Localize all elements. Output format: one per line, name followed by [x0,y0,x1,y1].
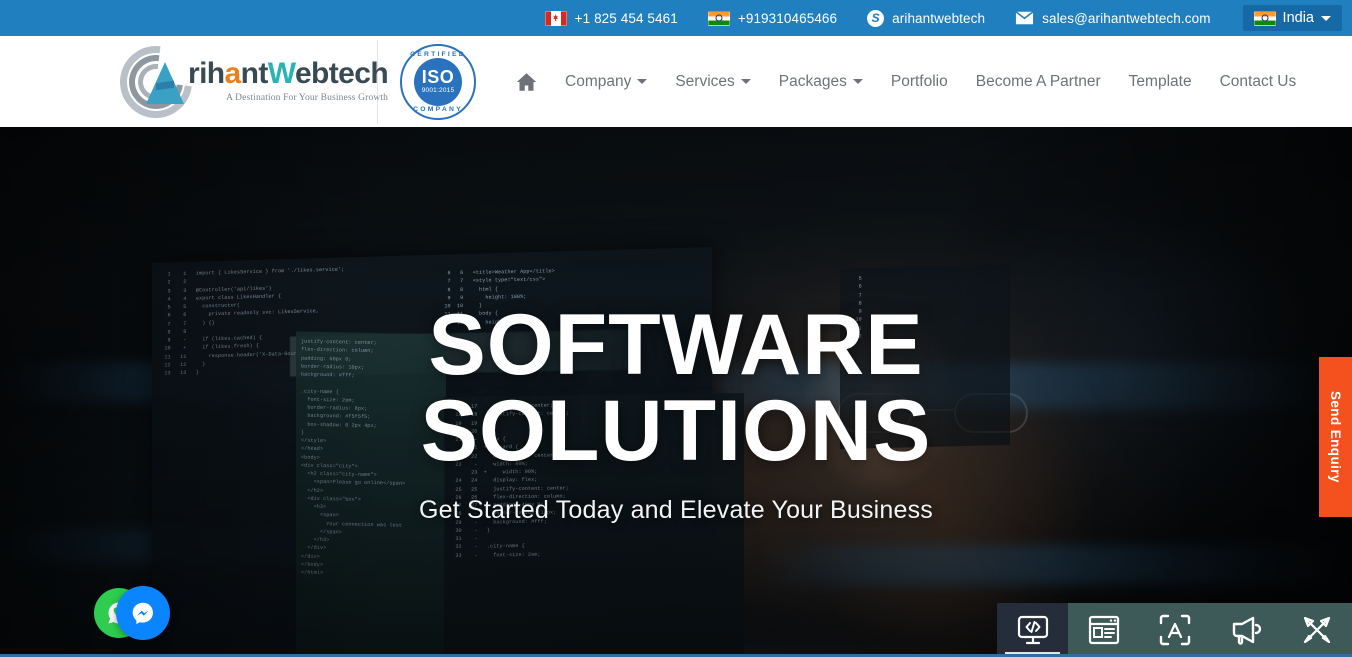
site-header: rihantWebtech A Destination For Your Bus… [0,30,1352,133]
messenger-icon [132,602,153,625]
hero-subtitle: Get Started Today and Elevate Your Busin… [418,495,934,524]
logo-area[interactable]: rihantWebtech A Destination For Your Bus… [0,30,476,133]
nav-item-services[interactable]: Services [661,65,764,99]
nav-label-template: Template [1128,72,1192,90]
nav-label-contact-us: Contact Us [1219,72,1297,90]
chevron-down-icon [740,79,751,84]
top-contact-bar: +1 825 454 5461 +919310465466 S arihantw… [0,0,1352,36]
email-address-text: sales@arihantwebtech.com [1042,10,1211,26]
service-icon-design-services[interactable] [1281,603,1352,657]
chat-widgets [94,586,170,640]
nav-item-company[interactable]: Company [551,65,661,99]
logo-text-block: rihantWebtech A Destination For Your Bus… [188,57,389,104]
nav-item-become-a-partner[interactable]: Become A Partner [962,65,1115,99]
send-enquiry-label: Send Enquiry [1328,391,1343,483]
logo-name: rihantWebtech [188,57,389,91]
skype-icon: S [867,9,885,27]
iso-certified-badge: CERTIFIED ISO 9001:2015 COMPANY [400,43,476,120]
nav-item-portfolio[interactable]: Portfolio [877,65,962,99]
email-icon [1015,11,1034,25]
phone-canada[interactable]: +1 825 454 5461 [544,10,678,26]
canada-flag-icon [544,10,567,26]
skype-handle-text: arihantwebtech [892,10,986,26]
hero-banner: 1 1 import { LikesService } from './like… [0,127,1352,657]
chevron-down-icon [1321,15,1331,21]
nav-item-home[interactable] [502,64,551,100]
country-selector-label: India [1282,10,1314,26]
chevron-down-icon [852,79,863,84]
nav-item-packages[interactable]: Packages [765,65,877,99]
service-icon-web-development[interactable] [1068,603,1139,657]
site-logo[interactable]: rihantWebtech A Destination For Your Bus… [105,30,389,133]
send-enquiry-tab[interactable]: Send Enquiry [1319,357,1352,517]
swirl-a-logo-icon [105,30,207,133]
nav-label-services: Services [675,72,735,90]
email-contact[interactable]: sales@arihantwebtech.com [1015,11,1210,26]
hero-title-line-2: SOLUTIONS [420,382,932,479]
service-icon-digital-marketing[interactable] [1210,603,1281,657]
india-flag-icon [1253,10,1276,26]
iso-main-text: ISO [421,67,455,88]
code-monitor-icon [1017,615,1048,645]
india-flag-icon [707,10,730,26]
main-navigation: Company Services Packages Portfolio Beco… [502,64,1310,100]
hero-title-line-1: SOFTWARE [428,297,924,394]
nav-label-become-a-partner: Become A Partner [975,72,1101,90]
phone-india-text: +919310465466 [737,10,838,26]
nav-label-packages: Packages [778,72,847,90]
nav-label-portfolio: Portfolio [890,72,948,90]
iso-bottom-text: COMPANY [413,105,463,113]
megaphone-icon [1232,616,1261,645]
phone-canada-text: +1 825 454 5461 [574,10,678,26]
nav-item-contact-us[interactable]: Contact Us [1206,65,1311,99]
browser-card-icon [1088,615,1119,645]
nav-label-company: Company [565,72,632,90]
phone-india[interactable]: +919310465466 [707,10,838,26]
messenger-chat-button[interactable] [116,586,170,640]
service-icon-app-development[interactable] [1139,603,1210,657]
service-icon-software-development[interactable] [997,603,1068,657]
hero-title: SOFTWARE SOLUTIONS [421,302,932,473]
country-selector[interactable]: India [1242,5,1342,31]
home-icon [516,72,537,91]
iso-top-text: CERTIFIED [410,50,466,58]
pen-ruler-icon [1303,616,1330,644]
chevron-down-icon [637,79,648,84]
logo-tagline: A Destination For Your Business Growth [226,93,389,104]
service-icon-bar [997,603,1352,657]
iso-standard-text: 9001:2015 [421,87,455,95]
skype-contact[interactable]: S arihantwebtech [867,9,986,27]
nav-item-template[interactable]: Template [1115,65,1206,99]
app-store-icon [1159,614,1190,646]
hero-content: SOFTWARE SOLUTIONS Get Started Today and… [0,127,1352,657]
